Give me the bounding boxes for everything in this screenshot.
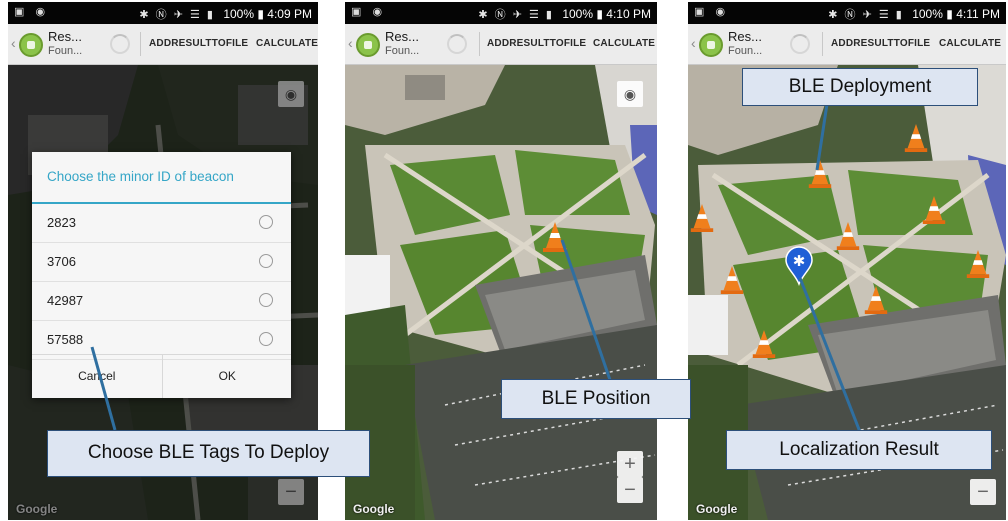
radio-button[interactable] [259,332,273,346]
radio-button[interactable] [259,293,273,307]
progress-spinner [447,34,467,54]
notification-icons: ▣ ◉ [14,6,50,18]
traffic-cone-icon [904,124,928,152]
choose-ble-tags-callout: Choose BLE Tags To Deploy [47,430,370,477]
option-label: 2823 [47,215,76,230]
ble-deployment-callout: BLE Deployment [742,68,978,106]
clock: 4:09 PM [267,7,312,21]
status-icons: ✱ Ⓝ ✈ ☰ ▮ [478,9,554,21]
back-chevron-icon[interactable]: ‹ [691,35,696,51]
zoom-out-icon[interactable]: − [617,477,643,503]
my-location-icon[interactable]: ◉ [617,81,643,107]
app-title: Res... [48,29,82,44]
radio-button[interactable] [259,215,273,229]
battery-icon: ▮ [257,7,268,21]
localization-result-callout: Localization Result [726,430,992,470]
dialog-option[interactable]: 2823 [32,204,291,243]
divider [140,32,141,56]
status-bar: ▣ ◉ ✱ Ⓝ ✈ ☰ ▮ 100% ▮ 4:09 PM [8,2,318,24]
back-chevron-icon[interactable]: ‹ [11,35,16,51]
android-app-icon[interactable] [699,33,723,57]
status-icons: ✱ Ⓝ ✈ ☰ ▮ [828,9,904,21]
add-result-to-file-button[interactable]: ADDRESULTTOFILE [487,38,586,49]
traffic-cone-icon [864,286,888,314]
traffic-cone-icon [720,266,744,294]
phone-screen-ble-position: ▣ ◉ ✱ Ⓝ ✈ ☰ ▮ 100% ▮ 4:10 PM ‹ Res... Fo… [345,2,657,520]
status-bar: ▣ ◉ ✱ Ⓝ ✈ ☰ ▮ 100% ▮ 4:10 PM [345,2,657,24]
calculate-button[interactable]: CALCULATE [256,38,318,49]
app-subtitle: Foun... [728,45,763,57]
app-title: Res... [728,29,762,44]
app-title: Res... [385,29,419,44]
status-icons: ✱ Ⓝ ✈ ☰ ▮ [139,9,215,21]
map-credit: Google [353,502,395,516]
add-result-to-file-button[interactable]: ADDRESULTTOFILE [831,38,930,49]
divider [479,32,480,56]
option-label: 3706 [47,254,76,269]
ok-button[interactable]: OK [161,355,293,398]
back-chevron-icon[interactable]: ‹ [348,35,353,51]
app-action-bar: ‹ Res... Foun... ADDRESULTTOFILE CALCULA… [345,24,657,65]
progress-spinner [110,34,130,54]
battery-percent: 100% [912,7,943,21]
notification-icons: ▣ ◉ [694,6,730,18]
battery-percent: 100% [223,7,255,21]
calculate-button[interactable]: CALCULATE [939,38,1001,49]
traffic-cone-icon [690,204,714,232]
traffic-cone-icon [543,222,567,252]
option-label: 42987 [47,293,84,308]
satellite-map[interactable]: ◉ + − Google [345,65,657,520]
android-app-icon[interactable] [356,33,380,57]
battery-percent: 100% [562,7,594,21]
calculate-button[interactable]: CALCULATE [593,38,655,49]
add-result-to-file-button[interactable]: ADDRESULTTOFILE [149,38,248,49]
app-action-bar: ‹ Res... Foun... ADDRESULTTOFILE CALCULA… [688,24,1006,65]
battery-icon: ▮ [946,7,957,21]
zoom-in-icon[interactable]: + [617,451,643,477]
app-subtitle: Foun... [385,45,420,57]
traffic-cone-icon [752,330,776,358]
dialog-button-bar: Cancel OK [32,354,291,398]
map-credit: Google [696,502,738,516]
notification-icons: ▣ ◉ [351,6,387,18]
zoom-out-icon[interactable]: − [970,479,996,505]
dialog-title: Choose the minor ID of beacon [32,152,291,204]
app-action-bar: ‹ Res... Foun... ADDRESULTTOFILE CALCULA… [8,24,318,65]
app-subtitle: Foun... [48,45,83,57]
svg-text:✱: ✱ [793,252,806,270]
radio-button[interactable] [259,254,273,268]
dialog-option[interactable]: 3706 [32,243,291,282]
traffic-cone-icon [808,160,832,188]
dialog-option[interactable]: 42987 [32,282,291,321]
progress-spinner [790,34,810,54]
minor-id-dialog: Choose the minor ID of beacon 2823 3706 … [32,152,291,398]
ble-position-callout: BLE Position [501,379,691,419]
option-label: 57588 [47,332,84,347]
traffic-cone-icon [922,196,946,224]
status-bar: ▣ ◉ ✱ Ⓝ ✈ ☰ ▮ 100% ▮ 4:11 PM [688,2,1006,24]
star-of-life-marker-icon: ✱ [785,246,813,286]
cancel-button[interactable]: Cancel [32,355,162,398]
clock: 4:10 PM [606,7,651,21]
divider [822,32,823,56]
android-app-icon[interactable] [19,33,43,57]
traffic-cone-icon [836,222,860,250]
battery-icon: ▮ [596,7,607,21]
traffic-cone-icon [966,250,990,278]
clock: 4:11 PM [956,7,1000,21]
